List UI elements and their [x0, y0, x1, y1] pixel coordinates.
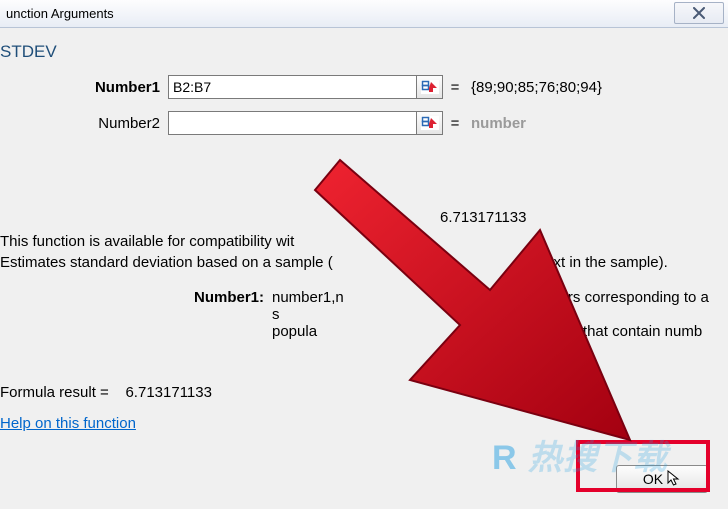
formula-result-label: Formula result =	[0, 384, 109, 401]
ok-button[interactable]: OK	[616, 465, 708, 493]
arg-help-frag-c: popula	[272, 323, 317, 340]
function-description: 6.713171133 This function is available f…	[0, 208, 718, 273]
arg-help-frag-d: erences that contain numb	[525, 323, 702, 340]
formula-result-value: 6.713171133	[125, 384, 211, 401]
equals-sign: =	[443, 115, 467, 132]
close-icon	[693, 7, 705, 19]
arg-label: Number2	[0, 115, 168, 132]
arg-evaluated-value: {89;90;85;76;80;94}	[467, 79, 602, 96]
argument-help: Number1: number1,n numbers corresponding…	[0, 289, 718, 340]
arg-evaluated-value: number	[467, 115, 526, 132]
arg-help-frag-a: number1,n	[272, 289, 344, 306]
formula-result: Formula result = 6.713171133	[0, 384, 718, 401]
collapse-dialog-button[interactable]	[417, 75, 443, 99]
desc-line1: This function is available for compatibi…	[0, 233, 294, 250]
desc-line2: Estimates standard deviation based on a …	[0, 254, 333, 271]
arg-help-label: Number1:	[0, 289, 272, 340]
function-name: STDEV	[0, 42, 718, 62]
arg-label: Number1	[0, 79, 168, 96]
number1-input[interactable]	[168, 75, 417, 99]
collapse-dialog-button[interactable]	[417, 111, 443, 135]
function-arguments-dialog: unction Arguments STDEV Number1 = {89;90…	[0, 0, 728, 509]
argument-list: Number1 = {89;90;85;76;80;94} Number2	[0, 72, 718, 138]
arg-row-number2: Number2 = number	[0, 108, 718, 138]
titlebar[interactable]: unction Arguments	[0, 0, 728, 28]
desc-tail: text in the sample).	[541, 254, 668, 271]
range-select-icon	[421, 116, 439, 130]
arg-help-text: number1,n numbers corresponding to a s p…	[272, 289, 718, 340]
dialog-body: STDEV Number1 = {89;90;85;76;80;94} Numb…	[0, 28, 728, 433]
function-preview-value: 6.713171133	[440, 208, 718, 228]
dialog-button-row: OK	[616, 465, 708, 493]
close-window-button[interactable]	[674, 2, 724, 24]
ok-button-label: OK	[643, 471, 663, 487]
cursor-icon	[667, 470, 681, 488]
window-title: unction Arguments	[6, 6, 114, 21]
number2-input[interactable]	[168, 111, 417, 135]
range-select-icon	[421, 80, 439, 94]
arg-field-wrapper	[168, 111, 443, 135]
arg-field-wrapper	[168, 75, 443, 99]
arg-row-number1: Number1 = {89;90;85;76;80;94}	[0, 72, 718, 102]
help-on-this-function-link[interactable]: Help on this function	[0, 415, 136, 432]
equals-sign: =	[443, 79, 467, 96]
